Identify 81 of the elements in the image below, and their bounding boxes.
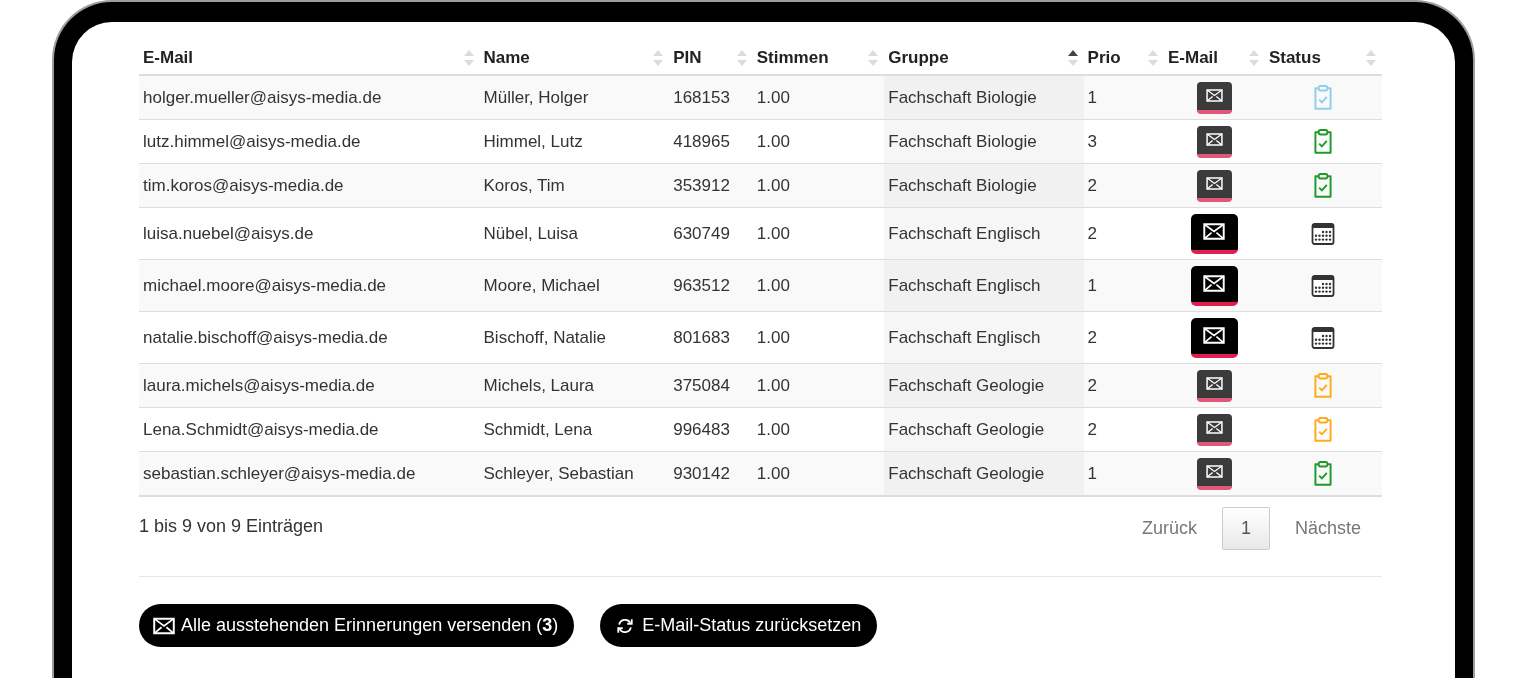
pin-cell: 418965 bbox=[673, 131, 730, 151]
email-cell[interactable]: natalie.bischoff@aisys-media.de bbox=[143, 327, 388, 347]
envelope-icon bbox=[1203, 327, 1226, 344]
group-cell: Fachschaft Biologie bbox=[888, 87, 1037, 107]
entries-info: 1 bis 9 von 9 Einträgen bbox=[139, 516, 324, 537]
name-cell: Bischoff, Natalie bbox=[483, 327, 607, 347]
send-mail-button[interactable] bbox=[1196, 369, 1232, 402]
prio-cell: 2 bbox=[1087, 375, 1098, 395]
pin-cell: 996483 bbox=[673, 419, 730, 439]
send-mail-button[interactable] bbox=[1190, 213, 1238, 254]
prio-cell: 1 bbox=[1087, 275, 1098, 295]
pin-cell: 353912 bbox=[673, 175, 730, 195]
send-mail-button[interactable] bbox=[1190, 317, 1238, 358]
pin-cell: 375084 bbox=[673, 375, 730, 395]
envelope-icon bbox=[1205, 421, 1223, 434]
name-cell: Nübel, Luisa bbox=[483, 223, 579, 243]
envelope-icon bbox=[153, 616, 175, 635]
send-mail-button[interactable] bbox=[1190, 265, 1238, 306]
group-cell: Fachschaft Englisch bbox=[888, 327, 1041, 347]
page-button[interactable]: 1 bbox=[1221, 507, 1270, 550]
email-cell[interactable]: luisa.nuebel@aisys.de bbox=[143, 223, 314, 243]
envelope-icon bbox=[1205, 377, 1223, 390]
send-mail-button[interactable] bbox=[1196, 81, 1232, 114]
pin-cell: 963512 bbox=[673, 275, 730, 295]
group-cell: Fachschaft Biologie bbox=[888, 131, 1037, 151]
send-mail-button[interactable] bbox=[1196, 125, 1232, 158]
pin-cell: 168153 bbox=[673, 87, 730, 107]
send-mail-button[interactable] bbox=[1196, 457, 1232, 490]
name-cell: Moore, Michael bbox=[483, 275, 600, 295]
envelope-icon bbox=[1205, 465, 1223, 478]
pin-cell: 930142 bbox=[673, 463, 730, 483]
prio-cell: 1 bbox=[1087, 87, 1098, 107]
prio-cell: 1 bbox=[1087, 463, 1098, 483]
send-mail-button[interactable] bbox=[1196, 169, 1232, 202]
envelope-icon bbox=[1203, 275, 1226, 292]
prio-cell: 2 bbox=[1087, 223, 1098, 243]
group-cell: Fachschaft Geologie bbox=[888, 419, 1045, 439]
email-cell[interactable]: lutz.himmel@aisys-media.de bbox=[143, 131, 361, 151]
group-cell: Fachschaft Englisch bbox=[888, 223, 1041, 243]
group-cell: Fachschaft Englisch bbox=[888, 275, 1041, 295]
name-cell: Koros, Tim bbox=[483, 175, 565, 195]
envelope-icon bbox=[1205, 89, 1223, 102]
prio-cell: 2 bbox=[1087, 327, 1098, 347]
group-cell: Fachschaft Geologie bbox=[888, 375, 1045, 395]
column-header[interactable]: PIN bbox=[673, 48, 702, 68]
votes-cell: 1.00 bbox=[756, 175, 790, 195]
votes-cell: 1.00 bbox=[756, 131, 790, 151]
column-header[interactable]: Prio bbox=[1087, 48, 1121, 68]
votes-cell: 1.00 bbox=[756, 87, 790, 107]
envelope-icon bbox=[1205, 177, 1223, 190]
sort-icon[interactable] bbox=[1067, 49, 1078, 67]
column-header[interactable]: Name bbox=[483, 48, 530, 68]
send-mail-button[interactable] bbox=[1196, 413, 1232, 446]
action-button[interactable]: Alle ausstehenden Erinnerungen versenden (3) bbox=[139, 604, 575, 647]
prio-cell: 2 bbox=[1087, 419, 1098, 439]
votes-cell: 1.00 bbox=[756, 419, 790, 439]
group-cell: Fachschaft Geologie bbox=[888, 463, 1045, 483]
column-header[interactable]: Stimmen bbox=[756, 48, 829, 68]
action-button[interactable]: E-Mail-Status zurücksetzen bbox=[600, 604, 878, 647]
votes-cell: 1.00 bbox=[756, 275, 790, 295]
column-header[interactable]: Status bbox=[1268, 48, 1321, 68]
name-cell: Müller, Holger bbox=[483, 87, 589, 107]
name-cell: Schleyer, Sebastian bbox=[483, 463, 634, 483]
pin-cell: 630749 bbox=[673, 223, 730, 243]
name-cell: Schmidt, Lena bbox=[483, 419, 593, 439]
votes-cell: 1.00 bbox=[756, 375, 790, 395]
votes-cell: 1.00 bbox=[756, 327, 790, 347]
column-header[interactable]: Gruppe bbox=[888, 48, 949, 68]
envelope-icon bbox=[1205, 133, 1223, 146]
column-header[interactable]: E-Mail bbox=[143, 48, 194, 68]
column-header[interactable]: E-Mail bbox=[1168, 48, 1219, 68]
pin-cell: 801683 bbox=[673, 327, 730, 347]
name-cell: Michels, Laura bbox=[483, 375, 595, 395]
name-cell: Himmel, Lutz bbox=[483, 131, 583, 151]
votes-cell: 1.00 bbox=[756, 463, 790, 483]
prio-cell: 3 bbox=[1087, 131, 1098, 151]
prio-cell: 2 bbox=[1087, 175, 1098, 195]
votes-cell: 1.00 bbox=[756, 223, 790, 243]
email-cell[interactable]: Lena.Schmidt@aisys-media.de bbox=[143, 419, 379, 439]
group-cell: Fachschaft Biologie bbox=[888, 175, 1037, 195]
envelope-icon bbox=[1203, 223, 1226, 240]
